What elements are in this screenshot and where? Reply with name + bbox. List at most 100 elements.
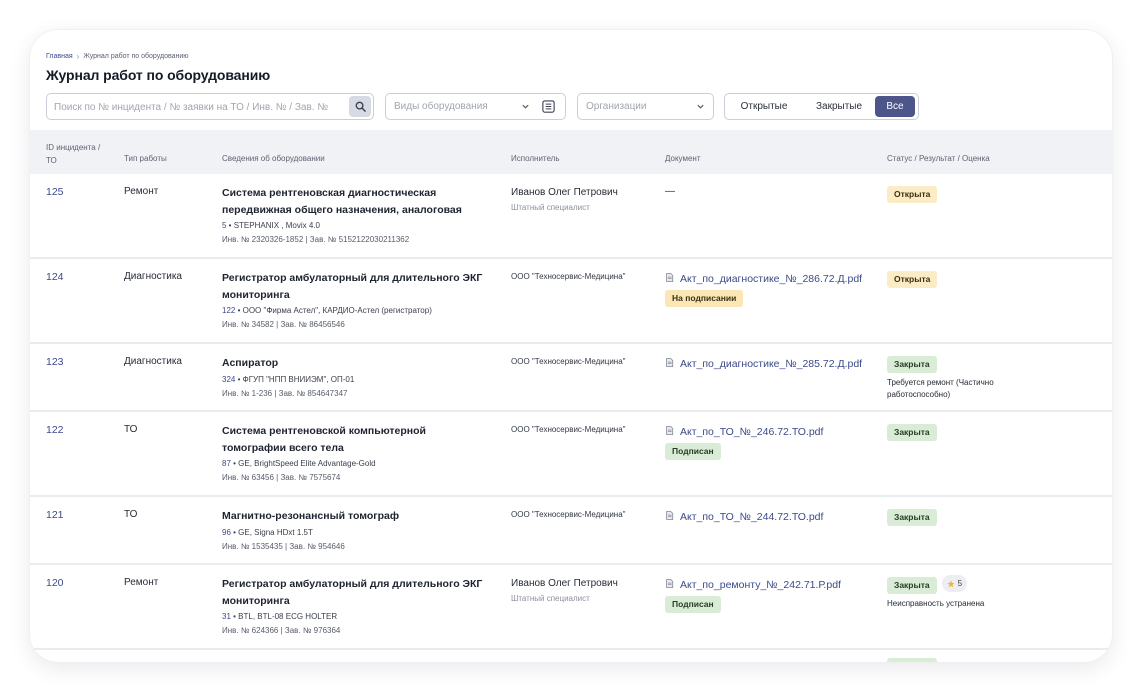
table-row[interactable]: 123 Диагностика Аспиратор 324 • ФГУП "НП… bbox=[30, 344, 1112, 412]
document-sign-badge: На подписании bbox=[665, 289, 744, 307]
equipment-meta: 324 • ФГУП "НПП ВНИИЭМ", ОП-01 bbox=[222, 374, 355, 384]
table-header: ID инцидента / ТО Тип работы Сведения об… bbox=[30, 130, 1112, 174]
document-filename[interactable]: Акт_по_ремонту_№_242.71.Р.pdf bbox=[680, 577, 841, 594]
equipment-maker: STEPHANIX , Movix 4.0 bbox=[233, 221, 320, 230]
status-segmented-control: Открытые Закрытые Все bbox=[724, 93, 919, 120]
document-cell: Акт_по_ремонту_№_242.71.Р.pdf Подписан bbox=[665, 577, 870, 613]
breadcrumb-current: Журнал работ по оборудованию bbox=[83, 53, 189, 60]
search-input[interactable] bbox=[54, 99, 344, 115]
work-log-table: ID инцидента / ТО Тип работы Сведения об… bbox=[30, 130, 1112, 662]
status-badge bbox=[887, 658, 937, 662]
breadcrumb-separator: › bbox=[76, 52, 80, 61]
column-header-status[interactable]: Статус / Результат / Оценка bbox=[887, 154, 990, 163]
segment-all[interactable]: Все bbox=[875, 96, 915, 117]
executor: ООО "Техносервис-Медицина" bbox=[511, 356, 661, 368]
status-cell: Закрыта 5 Неисправность устранена bbox=[887, 575, 1087, 610]
equipment-inventory: Инв. № 63456 | Зав. № 7575674 bbox=[222, 473, 341, 482]
star-icon bbox=[947, 579, 955, 587]
segment-closed[interactable]: Закрытые bbox=[805, 96, 873, 117]
search-button[interactable] bbox=[349, 96, 371, 117]
equipment-inventory: Инв. № 1-236 | Зав. № 854647347 bbox=[222, 388, 348, 398]
equipment-maker: ФГУП "НПП ВНИИЭМ", ОП-01 bbox=[242, 374, 355, 384]
organization-placeholder: Организации bbox=[586, 101, 647, 112]
document-cell: Акт_по_ТО_№_244.72.ТО.pdf bbox=[665, 509, 870, 526]
chevron-down-icon bbox=[522, 104, 529, 109]
document-filename[interactable]: Акт_по_ТО_№_246.72.ТО.pdf bbox=[680, 424, 823, 441]
incident-id-link[interactable]: 123 bbox=[46, 356, 64, 368]
column-header-id[interactable]: ID инцидента / ТО bbox=[46, 141, 108, 167]
executor-organization: ООО "Техносервис-Медицина" bbox=[511, 425, 626, 434]
equipment-name: Регистратор амбулаторный для длительного… bbox=[222, 578, 483, 607]
status-cell: Закрыта bbox=[887, 507, 1087, 526]
table-row[interactable]: 121 ТО Магнитно-резонансный томограф 96 … bbox=[30, 497, 1112, 565]
document-link[interactable]: Акт_по_ремонту_№_242.71.Р.pdf bbox=[665, 577, 870, 594]
status-cell: Открыта bbox=[887, 184, 1087, 203]
work-type: Ремонт bbox=[124, 186, 159, 197]
equipment-name: Регистратор амбулаторный для длительного… bbox=[222, 272, 483, 301]
segment-open[interactable]: Открытые bbox=[729, 96, 799, 117]
executor: Иванов Олег Петрович Штатный специалист bbox=[511, 577, 661, 603]
executor: ООО "Техносервис-Медицина" bbox=[511, 509, 661, 521]
equipment-number: 96 bbox=[222, 527, 231, 537]
status-badge: Открыта bbox=[887, 271, 938, 288]
status-badge: Закрыта bbox=[887, 356, 937, 373]
list-view-icon[interactable] bbox=[541, 99, 556, 114]
status-badge: Закрыта bbox=[887, 577, 937, 594]
executor: ООО "Техносервис-Медицина" bbox=[511, 271, 661, 283]
document-link[interactable]: Акт_по_диагностике_№_285.72.Д.pdf bbox=[665, 356, 870, 373]
rating-badge: 5 bbox=[941, 575, 968, 592]
document-filename[interactable]: Акт_по_ТО_№_244.72.ТО.pdf bbox=[680, 509, 823, 526]
status-cell: Закрыта bbox=[887, 422, 1087, 441]
incident-id-link[interactable]: 125 bbox=[46, 186, 64, 198]
document-link[interactable]: Акт_по_ТО_№_246.72.ТО.pdf bbox=[665, 424, 870, 441]
column-header-document[interactable]: Документ bbox=[665, 154, 701, 163]
equipment-meta: 122 • ООО "Фирма Астел", КАРДИО-Астел (р… bbox=[222, 306, 432, 315]
document-link[interactable]: Акт_по_диагностике_№_286.72.Д.pdf bbox=[665, 271, 870, 288]
organization-select[interactable]: Организации bbox=[577, 93, 714, 120]
document-link[interactable]: Акт_по_ТО_№_244.72.ТО.pdf bbox=[665, 509, 870, 526]
table-row[interactable]: 120 Ремонт Регистратор амбулаторный для … bbox=[30, 565, 1112, 650]
table-row[interactable]: 122 ТО Система рентгеновской компьютерно… bbox=[30, 412, 1112, 497]
document-icon bbox=[666, 579, 674, 588]
status-result-note: Неисправность устранена bbox=[887, 599, 985, 608]
column-header-equipment[interactable]: Сведения об оборудовании bbox=[222, 154, 325, 163]
equipment-inventory: Инв. № 624366 | Зав. № 976364 bbox=[222, 626, 341, 635]
equipment-meta: 96 • GE, Signa HDxt 1.5T bbox=[222, 527, 313, 537]
equipment-maker: GE, BrightSpeed Elite Advantage-Gold bbox=[238, 459, 376, 468]
equipment-inventory: Инв. № 2320326-1852 | Зав. № 51521220302… bbox=[222, 235, 410, 244]
equipment-info: Регистратор амбулаторный для длительного… bbox=[222, 270, 492, 332]
table-row[interactable]: 125 Ремонт Система рентгеновская диагнос… bbox=[30, 174, 1112, 259]
table-row[interactable] bbox=[30, 650, 1112, 662]
status-cell: Открыта bbox=[887, 269, 1087, 288]
executor-role: Штатный специалист bbox=[511, 203, 590, 212]
executor-organization: ООО "Техносервис-Медицина" bbox=[511, 510, 626, 519]
document-filename[interactable]: Акт_по_диагностике_№_285.72.Д.pdf bbox=[680, 356, 862, 373]
equipment-maker: GE, Signa HDxt 1.5T bbox=[238, 527, 313, 537]
equipment-name: Аспиратор bbox=[222, 357, 279, 369]
status-badge: Закрыта bbox=[887, 424, 937, 441]
equipment-type-select[interactable]: Виды оборудования bbox=[385, 93, 566, 120]
status-cell: Закрыта Требуется ремонт (Частично работ… bbox=[887, 354, 1087, 401]
equipment-inventory: Инв. № 1535435 | Зав. № 954646 bbox=[222, 541, 345, 551]
app-window: Главная › Журнал работ по оборудованию Ж… bbox=[30, 30, 1112, 662]
work-type: ТО bbox=[124, 509, 138, 520]
document-icon bbox=[666, 426, 674, 435]
incident-id-link[interactable]: 124 bbox=[46, 271, 64, 283]
breadcrumb-home-link[interactable]: Главная bbox=[46, 53, 73, 60]
equipment-info: Регистратор амбулаторный для длительного… bbox=[222, 576, 492, 638]
executor: ООО "Техносервис-Медицина" bbox=[511, 424, 661, 436]
work-type: Ремонт bbox=[124, 577, 159, 588]
incident-id-link[interactable]: 120 bbox=[46, 577, 64, 589]
executor: Иванов Олег Петрович Штатный специалист bbox=[511, 186, 661, 212]
incident-id-link[interactable]: 122 bbox=[46, 424, 64, 436]
equipment-type-placeholder: Виды оборудования bbox=[394, 101, 488, 112]
table-row[interactable]: 124 Диагностика Регистратор амбулаторный… bbox=[30, 259, 1112, 344]
page-title: Журнал работ по оборудованию bbox=[46, 67, 271, 83]
document-filename[interactable]: Акт_по_диагностике_№_286.72.Д.pdf bbox=[680, 271, 862, 288]
column-header-type[interactable]: Тип работы bbox=[124, 154, 167, 163]
equipment-number: 5 bbox=[222, 221, 227, 230]
column-header-executor[interactable]: Исполнитель bbox=[511, 154, 560, 163]
equipment-name: Система рентгеновской компьютерной томог… bbox=[222, 425, 427, 454]
incident-id-link[interactable]: 121 bbox=[46, 509, 64, 521]
equipment-number: 122 bbox=[222, 306, 236, 315]
